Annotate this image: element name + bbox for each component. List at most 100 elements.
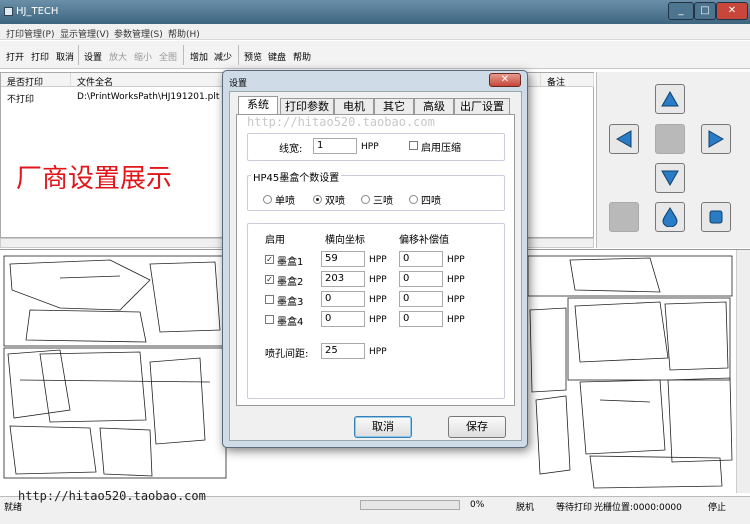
radio-triple-nozzle[interactable] (361, 195, 370, 204)
cartridge-2-x-input[interactable]: 203 (321, 271, 365, 287)
cartridge-3-x-input[interactable]: 0 (321, 291, 365, 307)
header-offset: 偏移补偿值 (399, 235, 449, 246)
menu-display-manage[interactable]: 显示管理(V) (60, 27, 109, 40)
promo-text: 厂商设置展示 (16, 164, 173, 194)
radio-double-nozzle-label: 双喷 (325, 196, 345, 207)
tab-advanced[interactable]: 高级 (414, 98, 454, 114)
zoom-in-button[interactable]: 放大 (109, 50, 127, 63)
move-up-button[interactable] (655, 84, 685, 114)
dialog-body: 系统 打印参数 电机 其它 高级 出厂设置 http://hitao520.ta… (229, 91, 522, 441)
menu-param-manage[interactable]: 参数管理(S) (114, 27, 163, 40)
settings-button[interactable]: 设置 (84, 50, 102, 63)
radio-triple-nozzle-label: 三喷 (373, 196, 393, 207)
status-stop: 停止 (708, 503, 727, 513)
zoom-out-button[interactable]: 缩小 (134, 50, 152, 63)
move-right-button[interactable] (701, 124, 731, 154)
cartridge-1-x-unit: HPP (369, 255, 387, 265)
arrow-down-icon (661, 170, 679, 186)
fit-all-button[interactable]: 全图 (159, 50, 177, 63)
table-row-filename[interactable]: D:\PrintWorksPath\HJ191201.plt (77, 92, 219, 102)
stop-square-icon (709, 210, 723, 224)
header-x-coordinate: 横向坐标 (325, 235, 365, 246)
cartridge-1-label: 墨盒1 (277, 257, 304, 268)
help-button[interactable]: 帮助 (293, 50, 311, 63)
menu-help[interactable]: 帮助(H) (168, 27, 200, 40)
cartridge-1-offset-unit: HPP (447, 255, 465, 265)
nozzle-spacing-input[interactable]: 25 (321, 343, 365, 359)
close-button[interactable]: ✕ (716, 2, 748, 20)
minimize-button[interactable]: _ (668, 2, 694, 20)
toolbar-separator (238, 45, 239, 65)
line-width-unit: HPP (361, 142, 379, 152)
tab-motor[interactable]: 电机 (334, 98, 374, 114)
cartridge-4-x-input[interactable]: 0 (321, 311, 365, 327)
dialog-title: 设置 (229, 79, 248, 89)
maximize-button[interactable]: □ (694, 2, 716, 20)
menu-print-manage[interactable]: 打印管理(P) (6, 27, 54, 40)
keyboard-button[interactable]: 键盘 (268, 50, 286, 63)
radio-double-nozzle[interactable] (313, 195, 322, 204)
cartridge-2-offset-unit: HPP (447, 275, 465, 285)
blank-button[interactable] (609, 202, 639, 232)
save-button[interactable]: 保存 (448, 416, 506, 438)
status-offline: 脱机 (516, 503, 535, 513)
cancel-button[interactable]: 取消 (354, 416, 412, 438)
radio-single-nozzle-label: 单喷 (275, 196, 295, 207)
compress-checkbox[interactable] (409, 141, 418, 150)
window-titlebar (0, 0, 750, 24)
column-header-note[interactable]: 备注 (541, 73, 594, 88)
dialog-close-button[interactable]: ✕ (489, 73, 521, 87)
center-button[interactable] (655, 124, 685, 154)
compress-label: 启用压缩 (421, 143, 461, 154)
ink-button[interactable] (655, 202, 685, 232)
vertical-scrollbar[interactable] (736, 250, 750, 493)
column-header-print[interactable]: 是否打印 (1, 73, 71, 88)
cancel-print-button[interactable]: 取消 (56, 50, 74, 63)
dialog-watermark: http://hitao520.taobao.com (247, 115, 435, 129)
cartridge-group (247, 223, 505, 399)
ink-drop-icon (662, 207, 678, 227)
tab-print-params[interactable]: 打印参数 (280, 98, 334, 114)
line-width-input[interactable]: 1 (313, 138, 357, 154)
move-down-button[interactable] (655, 163, 685, 193)
cartridge-2-offset-input[interactable]: 0 (399, 271, 443, 287)
progress-bar (360, 500, 460, 510)
radio-quad-nozzle-label: 四喷 (421, 196, 441, 207)
tab-system[interactable]: 系统 (238, 96, 278, 114)
stop-button[interactable] (701, 202, 731, 232)
cartridge-1-x-input[interactable]: 59 (321, 251, 365, 267)
cartridge-3-label: 墨盒3 (277, 297, 304, 308)
cartridge-2-label: 墨盒2 (277, 277, 304, 288)
cartridge-1-offset-input[interactable]: 0 (399, 251, 443, 267)
reduce-button[interactable]: 减少 (214, 50, 232, 63)
status-progress: 0% (470, 500, 485, 510)
cartridge-4-checkbox[interactable] (265, 315, 274, 324)
status-waiting: 等待打印 (556, 503, 593, 513)
radio-single-nozzle[interactable] (263, 195, 272, 204)
tab-factory-settings[interactable]: 出厂设置 (454, 98, 510, 114)
cartridge-3-x-unit: HPP (369, 295, 387, 305)
settings-dialog: 设置 ✕ 系统 打印参数 电机 其它 高级 出厂设置 http://hitao5… (222, 70, 528, 448)
arrow-left-icon (616, 130, 632, 148)
cartridge-3-offset-input[interactable]: 0 (399, 291, 443, 307)
open-button[interactable]: 打开 (6, 50, 24, 63)
preview-button[interactable]: 预览 (244, 50, 262, 63)
cartridge-3-checkbox[interactable] (265, 295, 274, 304)
table-row-print-status[interactable]: 不打印 (7, 92, 34, 105)
cartridge-2-checkbox[interactable]: ✓ (265, 275, 274, 284)
app-icon (4, 7, 13, 16)
radio-quad-nozzle[interactable] (409, 195, 418, 204)
nozzle-count-title: HP45墨盒个数设置 (251, 169, 342, 184)
print-button[interactable]: 打印 (31, 50, 49, 63)
cartridge-1-checkbox[interactable]: ✓ (265, 255, 274, 264)
control-panel (596, 72, 750, 248)
status-cursor-position: 光栅位置:0000:0000 (594, 503, 682, 513)
cartridge-4-offset-input[interactable]: 0 (399, 311, 443, 327)
tab-other[interactable]: 其它 (374, 98, 414, 114)
watermark-text: http://hitao520.taobao.com (18, 489, 206, 503)
tab-panel-system: http://hitao520.taobao.com 线宽: 1 HPP 启用压… (236, 114, 515, 406)
add-button[interactable]: 增加 (190, 50, 208, 63)
move-left-button[interactable] (609, 124, 639, 154)
window-title: HJ_TECH (16, 6, 59, 17)
arrow-up-icon (661, 91, 679, 107)
